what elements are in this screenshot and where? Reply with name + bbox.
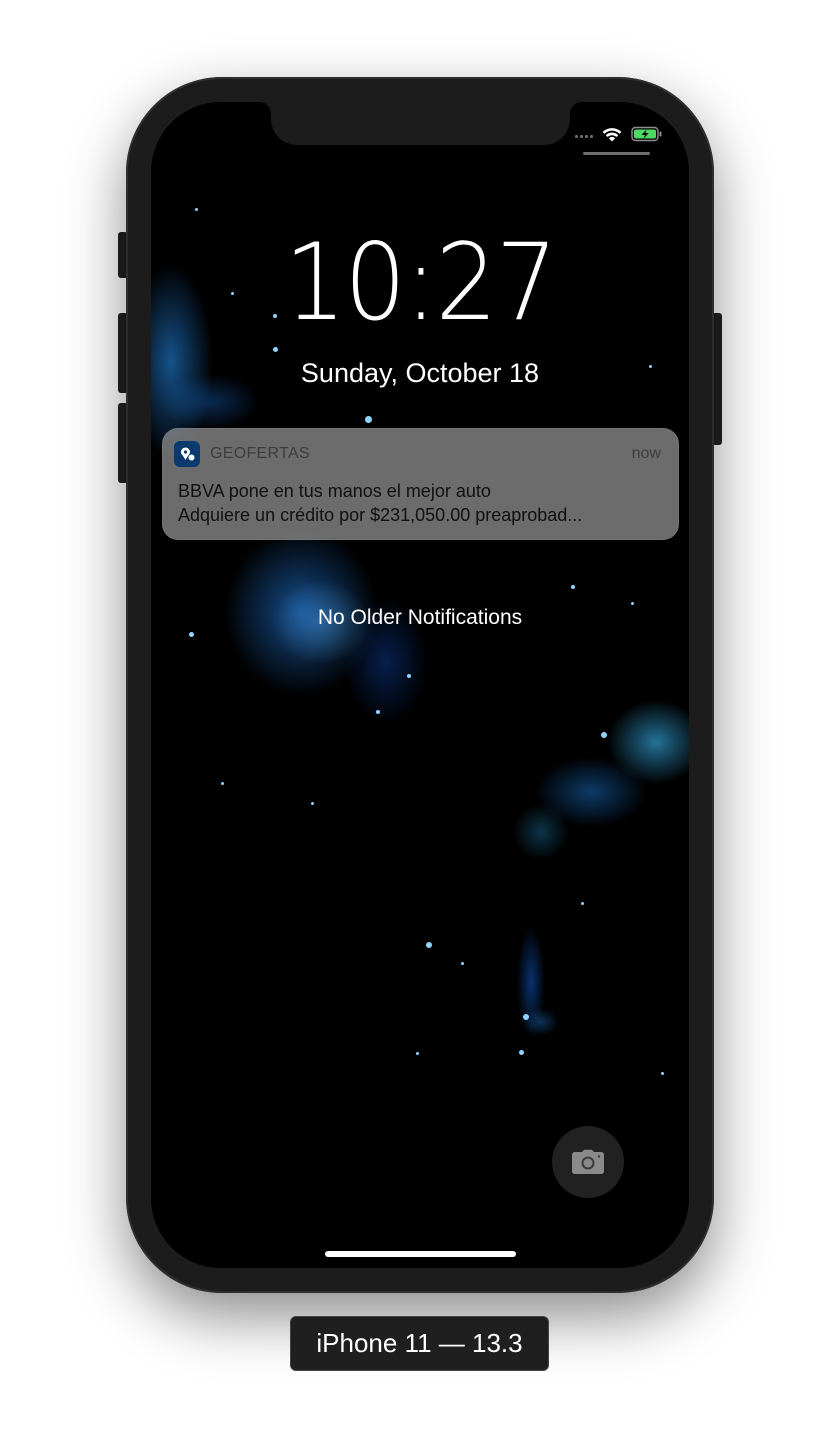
star xyxy=(426,942,432,948)
home-indicator[interactable] xyxy=(325,1251,516,1257)
star xyxy=(195,208,198,211)
lock-screen[interactable]: 10:27 Sunday, October 18 GEOFERTAS now B… xyxy=(151,102,689,1268)
star xyxy=(523,1014,529,1020)
star xyxy=(519,1050,524,1055)
notification-body: Adquiere un crédito por $231,050.00 prea… xyxy=(178,505,583,525)
star xyxy=(221,782,224,785)
no-older-notifications-label: No Older Notifications xyxy=(317,606,523,629)
cellular-signal-icon xyxy=(575,130,593,138)
star xyxy=(189,632,194,637)
star xyxy=(571,585,575,589)
star xyxy=(376,710,380,714)
status-bar-indicator xyxy=(583,152,650,155)
notification-app-name: GEOFERTAS xyxy=(210,445,310,462)
app-logo-icon xyxy=(174,441,200,467)
star xyxy=(601,732,607,738)
lock-screen-date: Sunday, October 18 xyxy=(300,358,540,388)
star xyxy=(631,602,634,605)
simulator-stage: 10:27 Sunday, October 18 GEOFERTAS now B… xyxy=(0,0,840,1444)
notification-header: GEOFERTAS now xyxy=(174,440,661,468)
star xyxy=(311,802,314,805)
status-bar xyxy=(575,126,663,142)
star xyxy=(461,962,464,965)
notch xyxy=(271,102,570,145)
battery-charging-icon xyxy=(631,126,663,142)
simulator-device-label: iPhone 11 — 13.3 xyxy=(290,1316,549,1371)
star xyxy=(273,347,278,352)
star xyxy=(365,416,372,423)
notification-banner[interactable]: GEOFERTAS now BBVA pone en tus manos el … xyxy=(162,428,679,540)
lock-screen-time: 10:27 xyxy=(284,221,558,344)
star xyxy=(416,1052,419,1055)
notification-time: now xyxy=(631,445,661,462)
camera-icon xyxy=(572,1149,604,1174)
star xyxy=(581,902,584,905)
star xyxy=(407,674,411,678)
notification-title: BBVA pone en tus manos el mejor auto xyxy=(178,481,491,501)
camera-button[interactable] xyxy=(552,1126,624,1198)
wifi-icon xyxy=(601,126,623,142)
star xyxy=(661,1072,664,1075)
